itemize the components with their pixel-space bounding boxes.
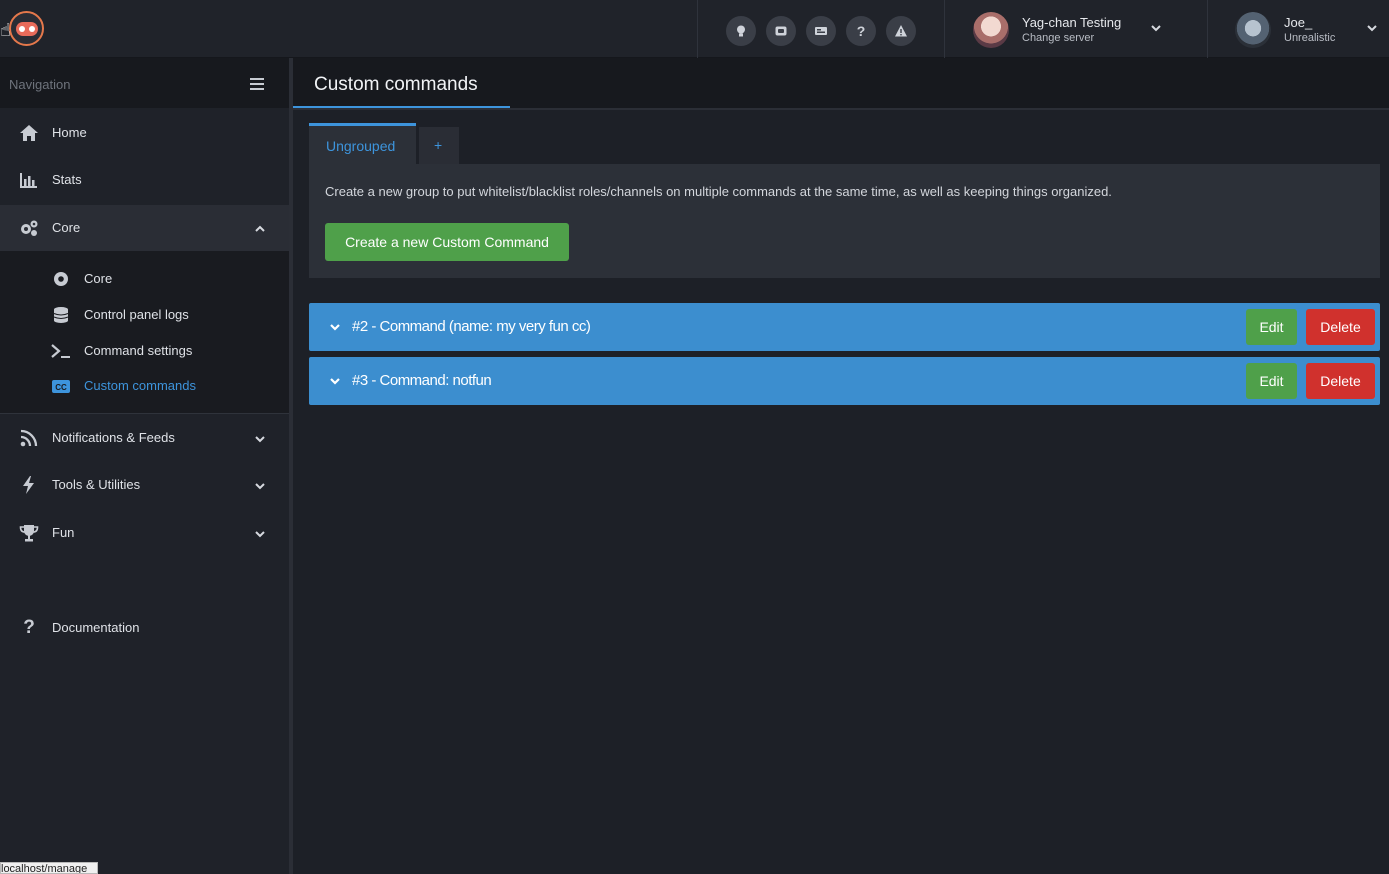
sidebar-item-documentation[interactable]: ? Documentation [0,605,289,651]
user-name[interactable]: Joe_ [1284,15,1312,30]
chevron-down-icon[interactable] [1366,22,1378,34]
edit-button[interactable]: Edit [1246,363,1297,399]
tab-label: + [434,137,443,153]
sidebar-item-fun[interactable]: Fun [0,510,289,556]
sidebar-item-label: Notifications & Feeds [52,430,175,445]
app-logo[interactable] [9,11,44,46]
lightbulb-icon[interactable] [726,16,756,46]
subnav-item-label: Command settings [84,343,193,358]
group-panel: Create a new group to put whitelist/blac… [309,164,1380,278]
terminal-icon [51,344,70,358]
status-bar-url: localhost/manage [0,862,98,874]
delete-button[interactable]: Delete [1306,309,1375,345]
sidebar-item-label: Home [52,125,87,140]
subnav-item-control-panel-logs[interactable]: Control panel logs [0,298,289,332]
sidebar-item-core[interactable]: Core [0,205,289,251]
chevron-down-icon[interactable] [1150,22,1162,34]
chevron-down-icon [255,436,265,443]
sidebar-item-label: Core [52,220,81,235]
sidebar-divider [289,58,293,874]
subnav-item-command-settings[interactable]: Command settings [0,334,289,368]
gears-icon [21,220,38,236]
sidebar-item-tools-utilities[interactable]: Tools & Utilities [0,462,289,508]
database-icon [53,307,69,323]
server-name[interactable]: Yag-chan Testing [1022,15,1121,30]
help-icon[interactable]: ? [846,16,876,46]
closed-captioning-icon: CC [52,380,70,393]
chevron-down-icon [255,531,265,538]
sidebar-item-label: Tools & Utilities [52,477,141,492]
sidebar-item-home[interactable]: Home [0,110,289,156]
sidebar: Navigation Home Stats Core Core Control … [0,58,289,874]
subnav-item-label: Control panel logs [84,307,189,322]
divider [0,413,289,414]
divider [944,0,945,58]
user-avatar[interactable] [1235,12,1271,48]
user-status: Unrealistic [1284,32,1336,44]
sidebar-item-label: Fun [52,525,75,540]
command-label: #2 - Command (name: my very fun cc) [352,318,591,335]
news-icon[interactable] [806,16,836,46]
subnav-item-label: Custom commands [84,378,196,393]
group-description: Create a new group to put whitelist/blac… [325,184,1112,199]
bolt-icon [23,476,34,494]
discord-icon[interactable] [766,16,796,46]
server-avatar[interactable] [973,12,1009,48]
rss-icon [20,429,38,447]
chevron-up-icon [255,225,265,232]
page-title: Custom commands [314,74,478,95]
chevron-down-icon [255,483,265,490]
subnav-item-custom-commands[interactable]: CC Custom commands [0,369,289,403]
subnav-item-label: Core [84,271,113,286]
chevron-down-icon[interactable] [329,321,341,333]
delete-button[interactable]: Delete [1306,363,1375,399]
subnav-item-core[interactable]: Core [0,262,289,296]
sidebar-item-label: Stats [52,172,82,187]
nav-header: Navigation [0,58,289,108]
sidebar-item-stats[interactable]: Stats [0,157,289,203]
home-icon [20,125,38,141]
command-label: #3 - Command: notfun [352,372,492,389]
page-header: Custom commands [293,58,1389,109]
hand-cursor-icon: ☝ [0,20,11,40]
top-bar: ☝ ? Yag-chan Testing Change server Joe_ … [0,0,1389,58]
trophy-icon [19,525,39,542]
warning-icon[interactable] [886,16,916,46]
sidebar-item-notifications-feeds[interactable]: Notifications & Feeds [0,415,289,461]
tab-ungrouped[interactable]: Ungrouped [309,123,416,164]
hamburger-menu-icon[interactable] [250,78,264,90]
tab-add-group[interactable]: + [419,127,459,164]
command-row[interactable]: #3 - Command: notfun Edit Delete [309,357,1380,405]
chevron-down-icon[interactable] [329,375,341,387]
sidebar-item-label: Documentation [52,620,140,635]
core-submenu: Core Control panel logs Command settings… [0,251,289,413]
nav-heading: Navigation [9,77,71,92]
divider [293,108,1389,110]
bar-chart-icon [20,173,37,188]
change-server-link[interactable]: Change server [1022,32,1094,44]
gear-icon [54,272,68,286]
tab-label: Ungrouped [326,138,396,154]
svg-text:CC: CC [55,383,67,392]
create-custom-command-button[interactable]: Create a new Custom Command [325,223,569,261]
command-row[interactable]: #2 - Command (name: my very fun cc) Edit… [309,303,1380,351]
divider [697,0,698,58]
question-icon: ? [23,617,35,638]
divider [1207,0,1208,58]
edit-button[interactable]: Edit [1246,309,1297,345]
